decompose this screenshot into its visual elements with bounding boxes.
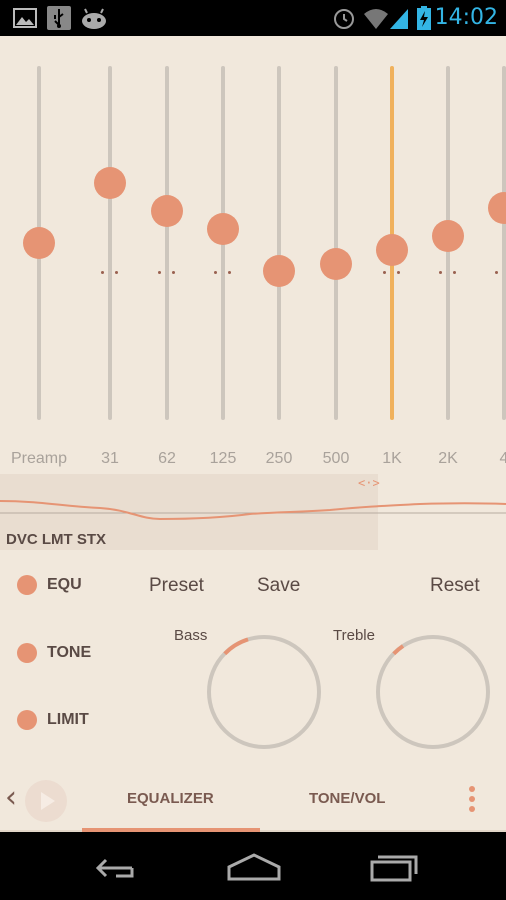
eq-band-label-250: 250	[265, 450, 293, 467]
status-bar: 14:02	[0, 0, 506, 36]
back-chevron-icon[interactable]: ‹	[5, 780, 17, 815]
android-icon	[82, 8, 106, 29]
bass-knob-level	[223, 637, 249, 656]
limit-toggle-dot[interactable]	[17, 710, 37, 730]
eq-curve-line	[0, 500, 506, 521]
save-button[interactable]: Save	[257, 575, 300, 597]
eq-band-label-500: 500	[322, 450, 350, 467]
treble-label: Treble	[333, 627, 375, 644]
eq-slider-track-250[interactable]	[277, 66, 281, 420]
play-button[interactable]	[25, 780, 67, 822]
equalizer-panel: Preamp 31 62 125 250 500 1K 2K 4	[0, 36, 506, 474]
bottom-tab-bar: ‹ EQUALIZER TONE/VOL	[0, 770, 506, 832]
eq-band-label-125: 125	[209, 450, 237, 467]
play-icon	[41, 792, 55, 810]
eq-slider-track-31[interactable]	[108, 66, 112, 420]
eq-slider-knob-62[interactable]	[151, 195, 183, 228]
eq-band-label-preamp: Preamp	[10, 450, 68, 467]
eq-band-label-4: 4	[499, 450, 506, 467]
eq-band-label-1k: 1K	[382, 450, 402, 467]
equ-toggle-dot[interactable]	[17, 575, 37, 595]
limit-toggle-label[interactable]: LIMIT	[47, 711, 89, 729]
equ-toggle-label[interactable]: EQU	[47, 576, 82, 594]
eq-slider-knob-2k[interactable]	[432, 219, 464, 252]
signal-icon	[390, 9, 408, 29]
eq-slider-knob-500[interactable]	[320, 248, 352, 281]
eq-slider-track-4[interactable]	[502, 66, 506, 420]
treble-knob-level	[392, 644, 405, 656]
home-icon[interactable]	[226, 852, 282, 882]
tone-toggle-dot[interactable]	[17, 643, 37, 663]
preset-button[interactable]: Preset	[149, 575, 204, 597]
tab-tone-vol[interactable]: TONE/VOL	[309, 790, 385, 807]
usb-icon	[47, 6, 71, 30]
system-nav-bar	[0, 832, 506, 900]
reset-button[interactable]: Reset	[430, 575, 480, 597]
eq-slider-knob-31[interactable]	[94, 166, 126, 199]
tone-toggle-label[interactable]: TONE	[47, 644, 91, 662]
wifi-icon	[364, 9, 388, 29]
bass-knob[interactable]	[206, 634, 322, 750]
status-clock: 14:02	[434, 5, 498, 30]
eq-curve-strip: <·> DVC LMT STX	[0, 474, 506, 550]
back-icon[interactable]	[86, 850, 140, 882]
eq-slider-knob-250[interactable]	[263, 255, 295, 288]
bass-label: Bass	[174, 627, 208, 644]
curve-drag-handle[interactable]: <·>	[358, 476, 380, 490]
eq-band-label-62: 62	[158, 450, 176, 467]
eq-band-label-31: 31	[101, 450, 119, 467]
eq-slider-track-500[interactable]	[334, 66, 338, 420]
recent-apps-icon[interactable]	[368, 850, 422, 884]
eq-slider-knob-4[interactable]	[488, 191, 506, 224]
overflow-menu-icon[interactable]	[462, 784, 482, 814]
treble-knob[interactable]	[375, 634, 491, 750]
picture-icon	[13, 8, 37, 28]
tab-equalizer[interactable]: EQUALIZER	[127, 790, 214, 807]
eq-slider-knob-preamp[interactable]	[23, 227, 55, 259]
eq-slider-knob-1k[interactable]	[376, 234, 408, 267]
eq-slider-knob-125[interactable]	[207, 212, 239, 245]
eq-band-label-2k: 2K	[438, 450, 458, 467]
dvc-lmt-stx-indicator: DVC LMT STX	[6, 531, 106, 548]
alarm-icon	[334, 9, 354, 29]
battery-icon	[417, 6, 431, 30]
eq-slider-track-62[interactable]	[165, 66, 169, 420]
